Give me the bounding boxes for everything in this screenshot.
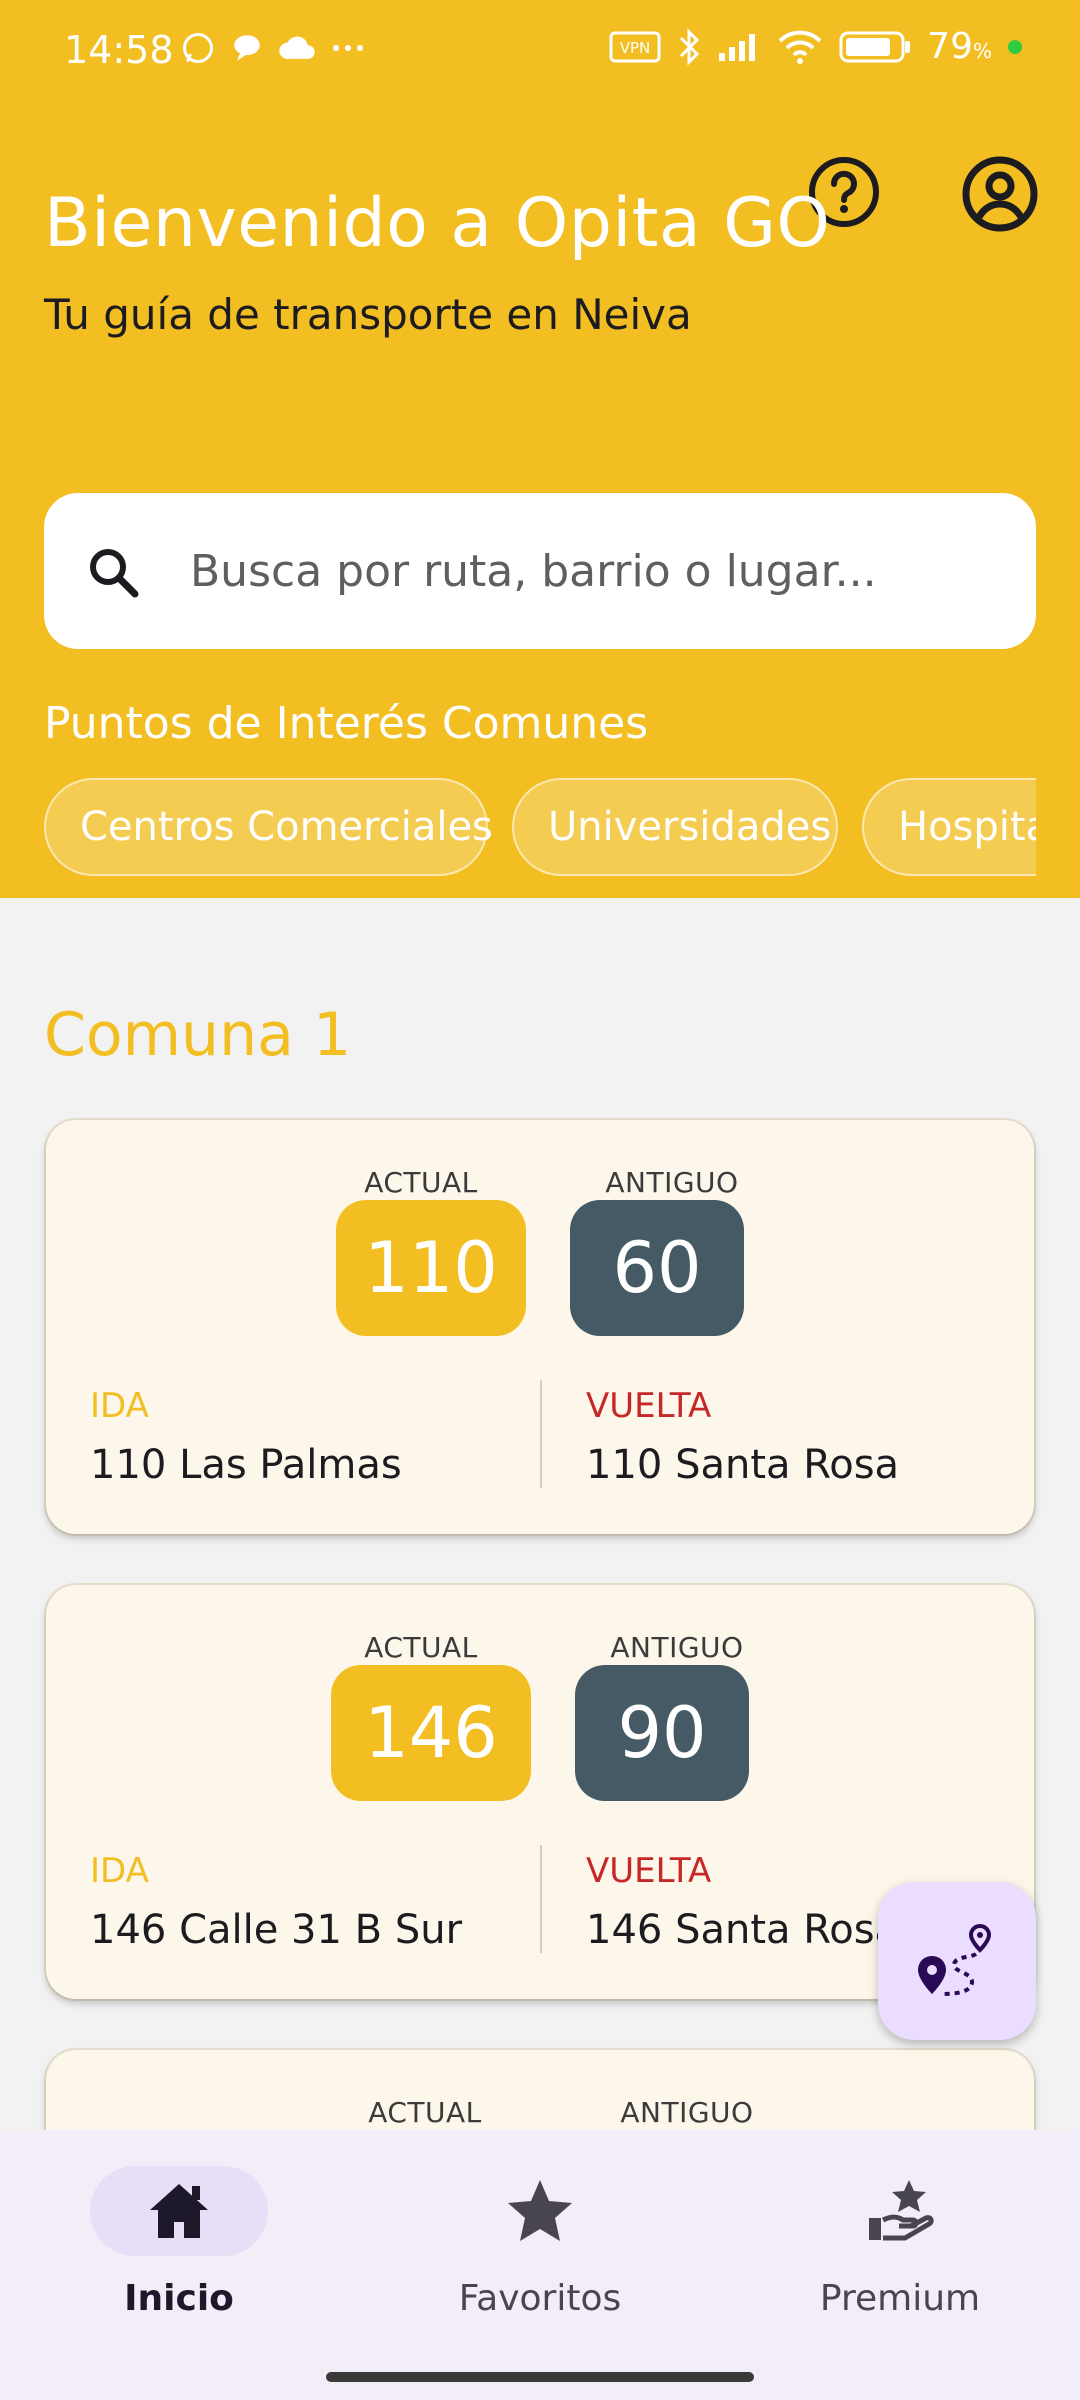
- old-label: ANTIGUO: [610, 1631, 744, 1664]
- route-card[interactable]: ACTUAL ANTIGUO 110 60 IDA 110 Las Palmas…: [46, 1120, 1034, 1534]
- direction-divider: [540, 1845, 542, 1953]
- vuelta-destination: 146 Santa Rosa: [586, 1907, 900, 1953]
- status-bar: 14:58 VPN 79%: [0, 0, 1080, 100]
- ida-label: IDA: [90, 1386, 149, 1426]
- ida-label: IDA: [90, 1851, 149, 1891]
- page-title: Bienvenido a Opita GO: [44, 184, 831, 263]
- battery-icon: [839, 31, 911, 62]
- battery-percent: 79: [927, 26, 973, 67]
- current-label: ACTUAL: [364, 1631, 478, 1664]
- svg-text:VPN: VPN: [620, 39, 651, 57]
- old-route-badge: 90: [575, 1665, 749, 1801]
- battery-percent-unit: %: [972, 39, 992, 63]
- comuna-title: Comuna 1: [44, 1000, 352, 1070]
- poi-chip-list: Centros Comerciales Universidades Hospit…: [44, 778, 1036, 878]
- header: 14:58 VPN 79% Bienvenido a Opita GO Tu g…: [0, 0, 1080, 898]
- chat-icon: [234, 35, 260, 61]
- nav-item-premium[interactable]: Premium: [770, 2166, 1030, 2346]
- current-route-badge: 110: [336, 1200, 526, 1336]
- ida-destination: 110 Las Palmas: [90, 1442, 402, 1488]
- poi-section-title: Puntos de Interés Comunes: [44, 698, 649, 749]
- chip-universidades[interactable]: Universidades: [512, 778, 838, 876]
- nav-item-inicio[interactable]: Inicio: [49, 2166, 309, 2346]
- home-icon: [150, 2184, 208, 2238]
- chip-label: Universidades: [548, 804, 832, 850]
- direction-divider: [540, 1380, 542, 1488]
- chip-label: Centros Comerciales: [80, 804, 493, 850]
- nav-label: Inicio: [124, 2278, 234, 2319]
- current-label: ACTUAL: [364, 1166, 478, 1199]
- route-map-icon: [918, 1923, 992, 1996]
- search-bar[interactable]: [44, 493, 1036, 649]
- vuelta-destination: 110 Santa Rosa: [586, 1442, 900, 1488]
- chip-hospitales[interactable]: Hospitales: [862, 778, 1036, 876]
- signal-icon: [719, 33, 756, 61]
- bottom-navigation: Inicio Favoritos Premium: [0, 2130, 1080, 2400]
- vuelta-label: VUELTA: [586, 1851, 712, 1891]
- bluetooth-icon: [680, 27, 700, 66]
- more-icon: [333, 45, 363, 51]
- account-button[interactable]: [960, 154, 1040, 234]
- vuelta-label: VUELTA: [586, 1386, 712, 1426]
- page-subtitle: Tu guía de transporte en Neiva: [44, 290, 692, 339]
- old-route-badge: 60: [570, 1200, 744, 1336]
- old-label: ANTIGUO: [620, 2096, 754, 2129]
- route-planner-fab[interactable]: [878, 1882, 1036, 2040]
- whatsapp-icon: [183, 33, 213, 63]
- premium-icon: [869, 2180, 934, 2241]
- current-label: ACTUAL: [368, 2096, 482, 2129]
- search-input[interactable]: [190, 493, 1010, 649]
- gesture-home-indicator[interactable]: [326, 2372, 754, 2382]
- search-icon: [90, 549, 139, 598]
- privacy-indicator: [1008, 39, 1022, 54]
- chip-centros-comerciales[interactable]: Centros Comerciales: [44, 778, 493, 876]
- cloud-icon: [279, 36, 315, 59]
- account-circle-icon: [962, 156, 1038, 232]
- chip-label: Hospitales: [898, 804, 1036, 850]
- ida-destination: 146 Calle 31 B Sur: [90, 1907, 463, 1953]
- star-icon: [508, 2180, 572, 2241]
- wifi-icon: [778, 30, 822, 64]
- nav-label: Favoritos: [458, 2278, 622, 2319]
- vpn-icon: VPN: [609, 31, 661, 62]
- status-time: 14:58: [64, 28, 174, 72]
- old-label: ANTIGUO: [605, 1166, 739, 1199]
- current-route-badge: 146: [331, 1665, 531, 1801]
- nav-item-favoritos[interactable]: Favoritos: [410, 2166, 670, 2346]
- nav-label: Premium: [819, 2278, 981, 2319]
